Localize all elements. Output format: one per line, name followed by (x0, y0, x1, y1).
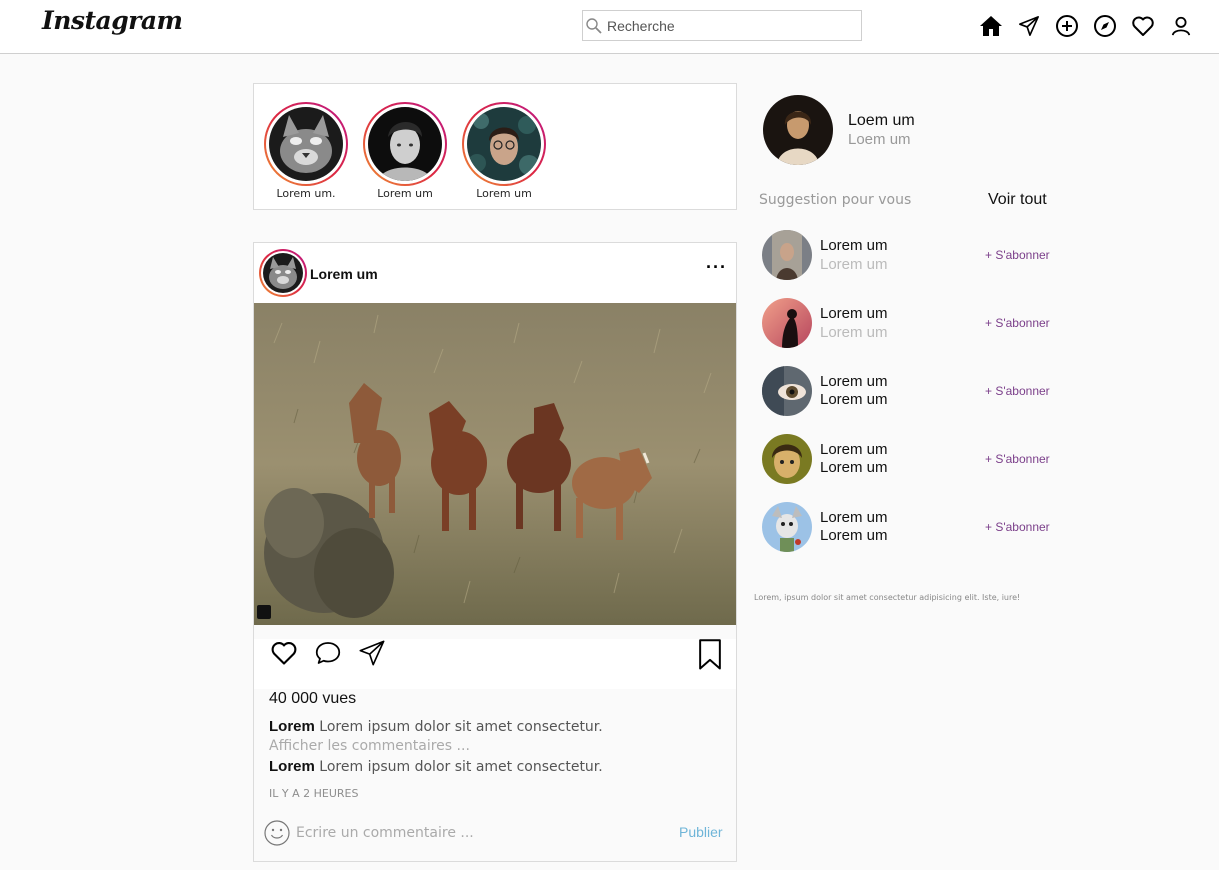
post-author-name[interactable]: Lorem um (310, 266, 378, 282)
story-avatar (269, 107, 343, 181)
emoji-smile-icon[interactable] (264, 820, 290, 846)
suggestion-avatar[interactable] (762, 230, 812, 280)
stories-bar: Lorem um. Lorem um Lorem um (253, 83, 737, 210)
bookmark-icon[interactable] (694, 639, 726, 671)
suggestion-name[interactable]: Lorem um (820, 373, 888, 390)
suggestion-name[interactable]: Lorem um (820, 441, 888, 458)
suggestion-item: Lorem um Lorem um + S'abonner (762, 298, 1052, 348)
follow-button[interactable]: + S'abonner (985, 248, 1050, 262)
suggestion-name[interactable]: Lorem um (820, 305, 888, 322)
story-avatar (368, 107, 442, 181)
comment-bubble-icon[interactable] (312, 637, 344, 669)
top-navbar: Instagram (0, 0, 1219, 54)
follow-button[interactable]: + S'abonner (985, 520, 1050, 534)
suggestion-name[interactable]: Lorem um (820, 237, 888, 254)
see-all-link[interactable]: Voir tout (988, 191, 1047, 209)
current-user-subtitle: Loem um (848, 131, 911, 148)
caption-text: Lorem ipsum dolor sit amet consectetur. (319, 719, 603, 735)
comment-user[interactable]: Lorem (269, 758, 315, 775)
follow-button[interactable]: + S'abonner (985, 384, 1050, 398)
feed-post: Lorem um ··· 40 000 vues Lorem Lorem ips… (253, 242, 737, 862)
suggestion-avatar[interactable] (762, 434, 812, 484)
search-input[interactable] (607, 15, 857, 37)
story-item[interactable]: Lorem um. (264, 102, 348, 200)
story-avatar (467, 107, 541, 181)
suggestion-avatar[interactable] (762, 298, 812, 348)
search-icon (586, 18, 602, 34)
explore-icon[interactable] (1092, 13, 1118, 39)
story-name: Lorem um (476, 187, 532, 200)
story-item[interactable]: Lorem um (363, 102, 447, 200)
suggestion-subtitle: Lorem um (820, 527, 888, 544)
post-image[interactable] (254, 303, 736, 625)
current-user-avatar[interactable] (763, 95, 833, 165)
caption-line: Lorem Lorem ipsum dolor sit amet consect… (269, 718, 603, 735)
share-send-icon[interactable] (356, 637, 388, 669)
post-timestamp: IL Y A 2 HEURES (269, 787, 359, 800)
more-options-icon[interactable]: ··· (706, 258, 726, 281)
comment-line: Lorem Lorem ipsum dolor sit amet consect… (269, 758, 603, 775)
suggestion-subtitle: Lorem um (820, 324, 888, 341)
comment-text: Lorem ipsum dolor sit amet consectetur. (319, 759, 603, 775)
suggestion-item: Lorem um Lorem um + S'abonner (762, 230, 1052, 280)
suggestion-subtitle: Lorem um (820, 459, 888, 476)
show-comments-link[interactable]: Afficher les commentaires ... (269, 738, 470, 754)
instagram-logo[interactable]: Instagram (42, 6, 183, 35)
search-box[interactable] (582, 10, 862, 41)
suggestion-item: Lorem um Lorem um + S'abonner (762, 434, 1052, 484)
suggestions-title: Suggestion pour vous (759, 192, 912, 208)
follow-button[interactable]: + S'abonner (985, 316, 1050, 330)
home-icon[interactable] (978, 13, 1004, 39)
suggestion-avatar[interactable] (762, 502, 812, 552)
suggestion-avatar[interactable] (762, 366, 812, 416)
story-name: Lorem um (377, 187, 433, 200)
post-actions-bar (254, 639, 736, 689)
post-header: Lorem um ··· (254, 243, 736, 303)
story-name: Lorem um. (276, 187, 336, 200)
caption-user[interactable]: Lorem (269, 718, 315, 735)
tagged-user-icon[interactable] (257, 605, 271, 619)
profile-icon[interactable] (1168, 13, 1194, 39)
publish-button[interactable]: Publier (679, 824, 723, 840)
suggestion-item: Lorem um Lorem um + S'abonner (762, 366, 1052, 416)
views-count: 40 000 vues (269, 690, 357, 707)
story-item[interactable]: Lorem um (462, 102, 546, 200)
comment-composer: Publier (254, 815, 736, 861)
suggestion-name[interactable]: Lorem um (820, 509, 888, 526)
current-user-name[interactable]: Loem um (848, 112, 915, 130)
suggestion-subtitle: Lorem um (820, 391, 888, 408)
add-icon[interactable] (1054, 13, 1080, 39)
heart-icon[interactable] (1130, 13, 1156, 39)
suggestion-item: Lorem um Lorem um + S'abonner (762, 502, 1052, 552)
suggestion-subtitle: Lorem um (820, 256, 888, 273)
follow-button[interactable]: + S'abonner (985, 452, 1050, 466)
footer-text: Lorem, ipsum dolor sit amet consectetur … (754, 593, 1021, 602)
post-author-avatar[interactable] (259, 249, 307, 297)
comment-input[interactable] (296, 821, 666, 845)
like-heart-icon[interactable] (268, 637, 300, 669)
send-icon[interactable] (1016, 13, 1042, 39)
